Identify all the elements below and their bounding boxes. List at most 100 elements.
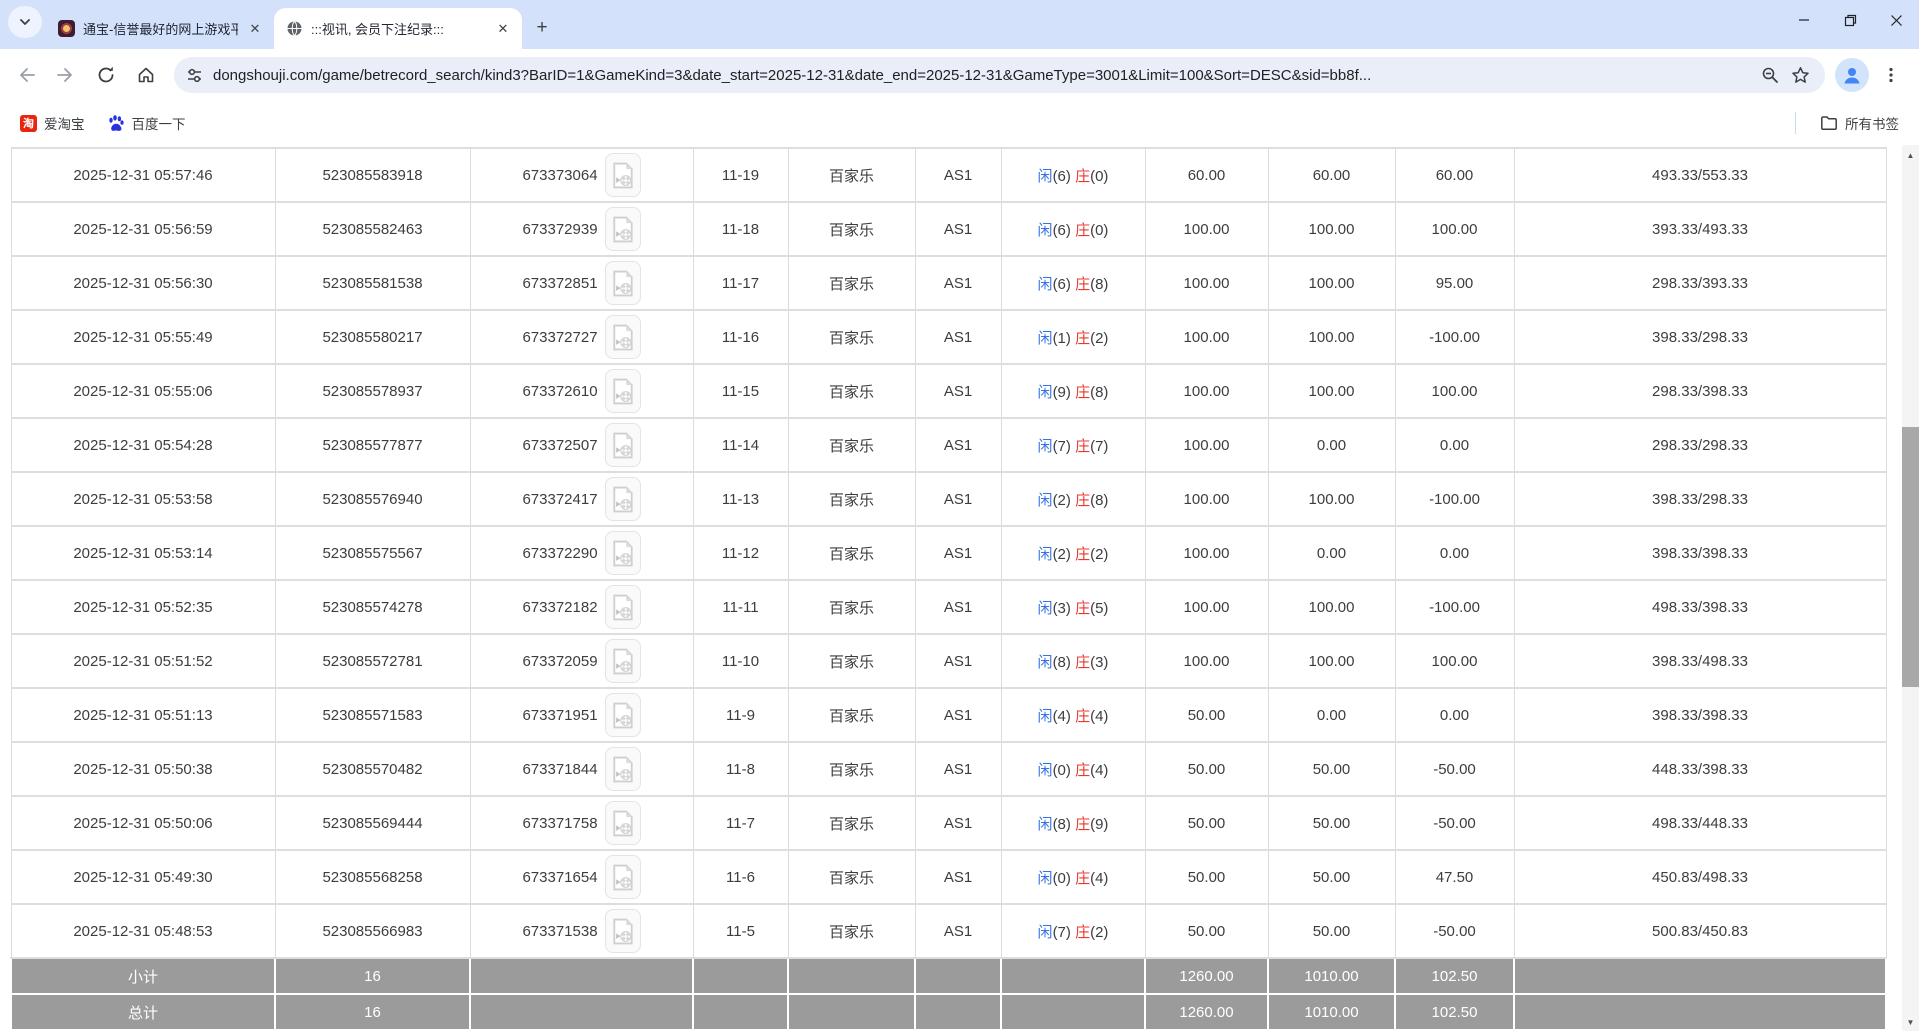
video-file-icon: [612, 378, 634, 405]
video-replay-button[interactable]: [605, 261, 641, 305]
video-file-icon: [612, 324, 634, 351]
bet-amount-link[interactable]: 100.00: [1145, 526, 1268, 580]
bet-amount-link[interactable]: 100.00: [1145, 202, 1268, 256]
order-id: 523085574278: [275, 580, 470, 634]
video-replay-button[interactable]: [605, 315, 641, 359]
scrollbar-down-arrow[interactable]: ▼: [1902, 1014, 1919, 1031]
video-replay-button[interactable]: [605, 369, 641, 413]
scrollbar-thumb[interactable]: [1902, 427, 1919, 687]
table-code: AS1: [915, 526, 1001, 580]
video-replay-button[interactable]: [605, 801, 641, 845]
url-bar[interactable]: dongshouji.com/game/betrecord_search/kin…: [174, 57, 1825, 93]
balance: 498.33/448.33: [1514, 796, 1886, 850]
tab-search-button[interactable]: [8, 6, 42, 38]
game-id: 673371758: [522, 815, 597, 832]
video-replay-button[interactable]: [605, 207, 641, 251]
page-scrollbar[interactable]: ▲ ▼: [1902, 145, 1919, 1031]
video-replay-button[interactable]: [605, 855, 641, 899]
player-count: (6): [1053, 168, 1071, 185]
player-count: (6): [1053, 276, 1071, 293]
bookmark-star-button[interactable]: [1785, 60, 1815, 90]
bet-time: 2025-12-31 05:54:28: [11, 418, 275, 472]
banker-count: (8): [1090, 492, 1108, 509]
banker-tag: 庄: [1075, 276, 1090, 293]
new-tab-button[interactable]: +: [528, 14, 556, 42]
video-file-icon: [612, 594, 634, 621]
player-tag: 闲: [1038, 870, 1053, 887]
profile-button[interactable]: [1835, 58, 1869, 92]
bet-amount-link[interactable]: 60.00: [1145, 148, 1268, 202]
bet-amount-link[interactable]: 50.00: [1145, 850, 1268, 904]
bet-amount-link[interactable]: 50.00: [1145, 742, 1268, 796]
bet-amount-link[interactable]: 50.00: [1145, 796, 1268, 850]
banker-count: (0): [1090, 222, 1108, 239]
bookmark-baidu[interactable]: 百度一下: [99, 109, 194, 137]
player-tag: 闲: [1038, 438, 1053, 455]
bet-amount-link[interactable]: 100.00: [1145, 580, 1268, 634]
browser-titlebar: 通宝-信誉最好的网上游戏平台 ✕ :::视讯, 会员下注纪录::: ✕ +: [0, 0, 1919, 49]
bet-detail: 闲(6) 庄(0): [1001, 148, 1145, 202]
scrollbar-up-arrow[interactable]: ▲: [1902, 147, 1919, 164]
url-text[interactable]: dongshouji.com/game/betrecord_search/kin…: [213, 67, 1755, 84]
browser-toolbar: dongshouji.com/game/betrecord_search/kin…: [0, 49, 1919, 101]
bet-detail: 闲(6) 庄(8): [1001, 256, 1145, 310]
bet-amount-link[interactable]: 100.00: [1145, 256, 1268, 310]
video-replay-button[interactable]: [605, 477, 641, 521]
game-id: 673371844: [522, 761, 597, 778]
game-id-cell: 673371538: [470, 904, 693, 958]
tab-betrecord[interactable]: :::视讯, 会员下注纪录::: ✕: [274, 8, 522, 49]
bet-detail: 闲(1) 庄(2): [1001, 310, 1145, 364]
bet-amount-link[interactable]: 100.00: [1145, 310, 1268, 364]
video-replay-button[interactable]: [605, 531, 641, 575]
video-replay-button[interactable]: [605, 909, 641, 953]
winloss-amount: -50.00: [1395, 796, 1514, 850]
player-count: (4): [1053, 708, 1071, 725]
bet-amount-link[interactable]: 100.00: [1145, 472, 1268, 526]
video-replay-button[interactable]: [605, 639, 641, 683]
reload-button[interactable]: [88, 57, 124, 93]
restore-button[interactable]: [1827, 0, 1873, 40]
bet-amount-link[interactable]: 50.00: [1145, 688, 1268, 742]
game-id: 673372417: [522, 491, 597, 508]
page-viewport: 2025-12-31 05:57:46 523085583918 6733730…: [0, 145, 1919, 1031]
table-code: AS1: [915, 796, 1001, 850]
total-amount: 1260.00: [1145, 994, 1268, 1030]
bet-amount-link[interactable]: 50.00: [1145, 904, 1268, 958]
video-replay-button[interactable]: [605, 747, 641, 791]
video-file-icon: [612, 756, 634, 783]
minimize-button[interactable]: [1781, 0, 1827, 40]
zoom-level-button[interactable]: [1755, 60, 1785, 90]
back-button[interactable]: [8, 57, 44, 93]
balance: 393.33/493.33: [1514, 202, 1886, 256]
banker-tag: 庄: [1075, 330, 1090, 347]
valid-amount: 100.00: [1268, 364, 1395, 418]
video-replay-button[interactable]: [605, 153, 641, 197]
video-file-icon: [612, 216, 634, 243]
player-tag: 闲: [1038, 600, 1053, 617]
bet-detail: 闲(0) 庄(4): [1001, 850, 1145, 904]
bet-amount-link[interactable]: 100.00: [1145, 634, 1268, 688]
bet-amount-link[interactable]: 100.00: [1145, 364, 1268, 418]
tab-close-icon[interactable]: ✕: [494, 20, 512, 38]
browser-menu-button[interactable]: [1873, 57, 1909, 93]
bet-amount-link[interactable]: 100.00: [1145, 418, 1268, 472]
bookmarks-divider: [1795, 112, 1796, 134]
player-tag: 闲: [1038, 222, 1053, 239]
banker-tag: 庄: [1075, 600, 1090, 617]
video-replay-button[interactable]: [605, 585, 641, 629]
video-file-icon: [612, 486, 634, 513]
total-label: 总计: [11, 994, 275, 1030]
table-code: AS1: [915, 418, 1001, 472]
forward-button[interactable]: [48, 57, 84, 93]
close-window-button[interactable]: [1873, 0, 1919, 40]
banker-count: (2): [1090, 546, 1108, 563]
tab-tongbao[interactable]: 通宝-信誉最好的网上游戏平台 ✕: [46, 8, 274, 49]
home-button[interactable]: [128, 57, 164, 93]
video-replay-button[interactable]: [605, 693, 641, 737]
all-bookmarks-button[interactable]: 所有书签: [1812, 109, 1907, 137]
game-id: 673372851: [522, 275, 597, 292]
bookmark-aitaobao[interactable]: 淘 爱淘宝: [12, 109, 93, 137]
video-replay-button[interactable]: [605, 423, 641, 467]
tab-close-icon[interactable]: ✕: [246, 20, 264, 38]
bet-time: 2025-12-31 05:55:06: [11, 364, 275, 418]
